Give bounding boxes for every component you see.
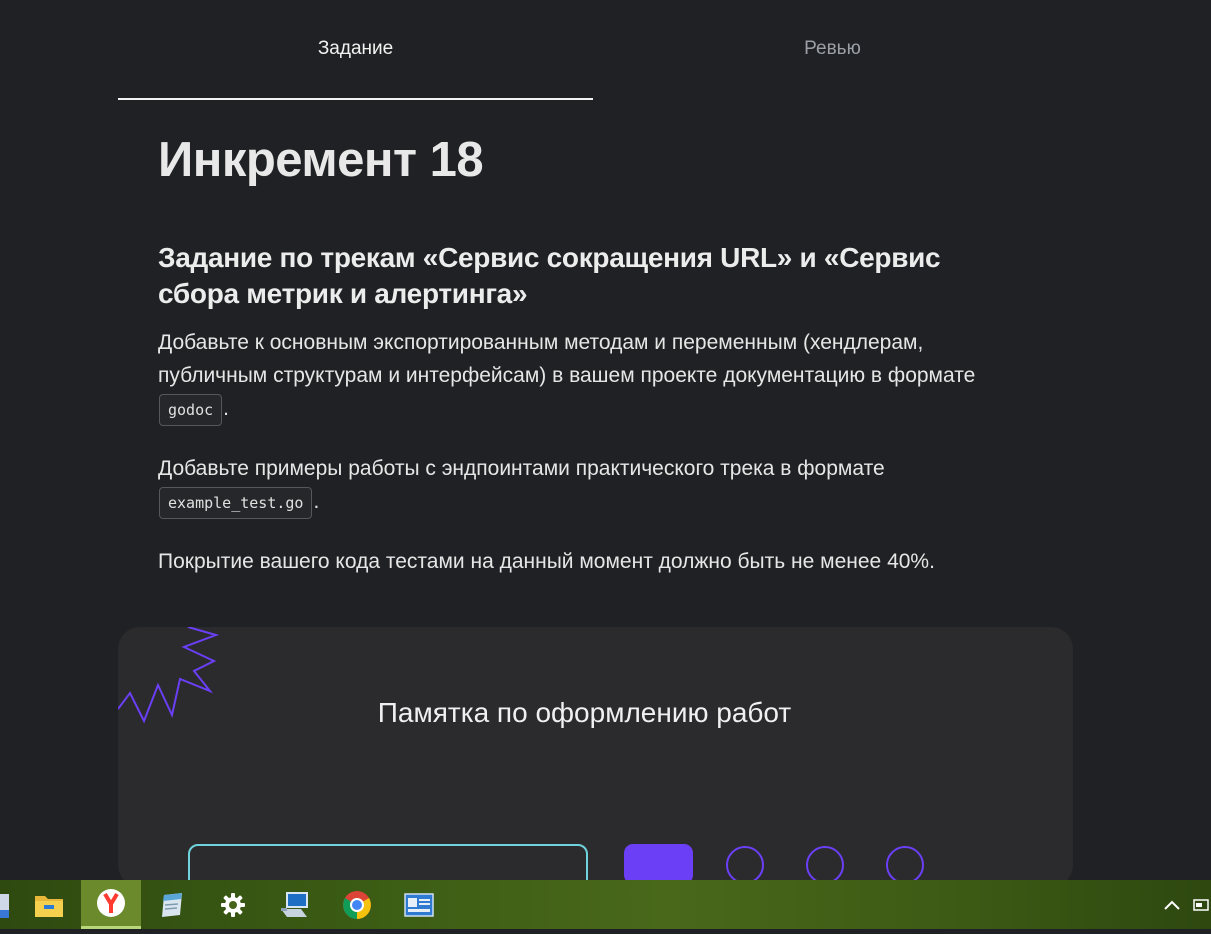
taskbar-notepad[interactable] <box>142 880 202 929</box>
guidelines-title: Памятка по оформлению работ <box>377 697 792 728</box>
remote-desktop-icon <box>281 891 308 917</box>
guidelines-circle-option[interactable] <box>806 846 844 880</box>
guidelines-input-field[interactable] <box>188 844 588 880</box>
taskbar-file-explorer[interactable] <box>19 880 79 929</box>
taskbar-chrome[interactable] <box>327 880 387 929</box>
task-paragraph-docs: Добавьте к основным экспортированным мет… <box>158 326 1008 427</box>
show-hidden-icons-chevron-icon[interactable] <box>1162 895 1182 915</box>
task-page: Задание Ревью Инкремент 18 Задание по тр… <box>0 0 1211 880</box>
tab-task[interactable]: Задание <box>118 20 593 100</box>
yandex-browser-icon <box>97 889 125 917</box>
taskbar-settings[interactable] <box>203 880 263 929</box>
settings-gear-icon <box>221 892 245 917</box>
guidelines-circle-option[interactable] <box>886 846 924 880</box>
paragraph-text: Добавьте к основным экспортированным мет… <box>158 331 976 387</box>
guidelines-card: Памятка по оформлению работ <box>118 627 1073 880</box>
paragraph-end: . <box>223 397 229 420</box>
code-example-test: example_test.go <box>159 487 313 519</box>
taskbar <box>0 880 1211 929</box>
paragraph-end: . <box>313 490 320 513</box>
taskbar-control-panel[interactable] <box>389 880 449 929</box>
guidelines-pill-button[interactable] <box>624 844 693 880</box>
tab-bar: Задание Ревью <box>118 20 1073 100</box>
notepad-icon <box>162 892 182 917</box>
taskbar-yandex-browser[interactable] <box>81 880 141 929</box>
start-button[interactable] <box>0 880 14 929</box>
chrome-icon <box>343 890 371 919</box>
task-paragraph-examples: Добавьте примеры работы с эндпоинтами пр… <box>158 452 1008 520</box>
tray-app-icon[interactable] <box>1193 899 1209 911</box>
task-paragraph-coverage: Покрытие вашего кода тестами на данный м… <box>158 550 935 573</box>
task-subtitle: Задание по трекам «Сервис сокращения URL… <box>158 242 941 309</box>
paragraph-text: Добавьте примеры работы с эндпоинтами пр… <box>158 457 885 480</box>
taskbar-remote-desktop[interactable] <box>265 880 325 929</box>
page-title: Инкремент 18 <box>158 133 484 187</box>
guidelines-circle-option[interactable] <box>726 846 764 880</box>
code-godoc: godoc <box>159 394 223 426</box>
file-explorer-icon <box>35 895 63 917</box>
tab-review[interactable]: Ревью <box>595 20 1070 98</box>
control-panel-icon <box>404 892 434 917</box>
